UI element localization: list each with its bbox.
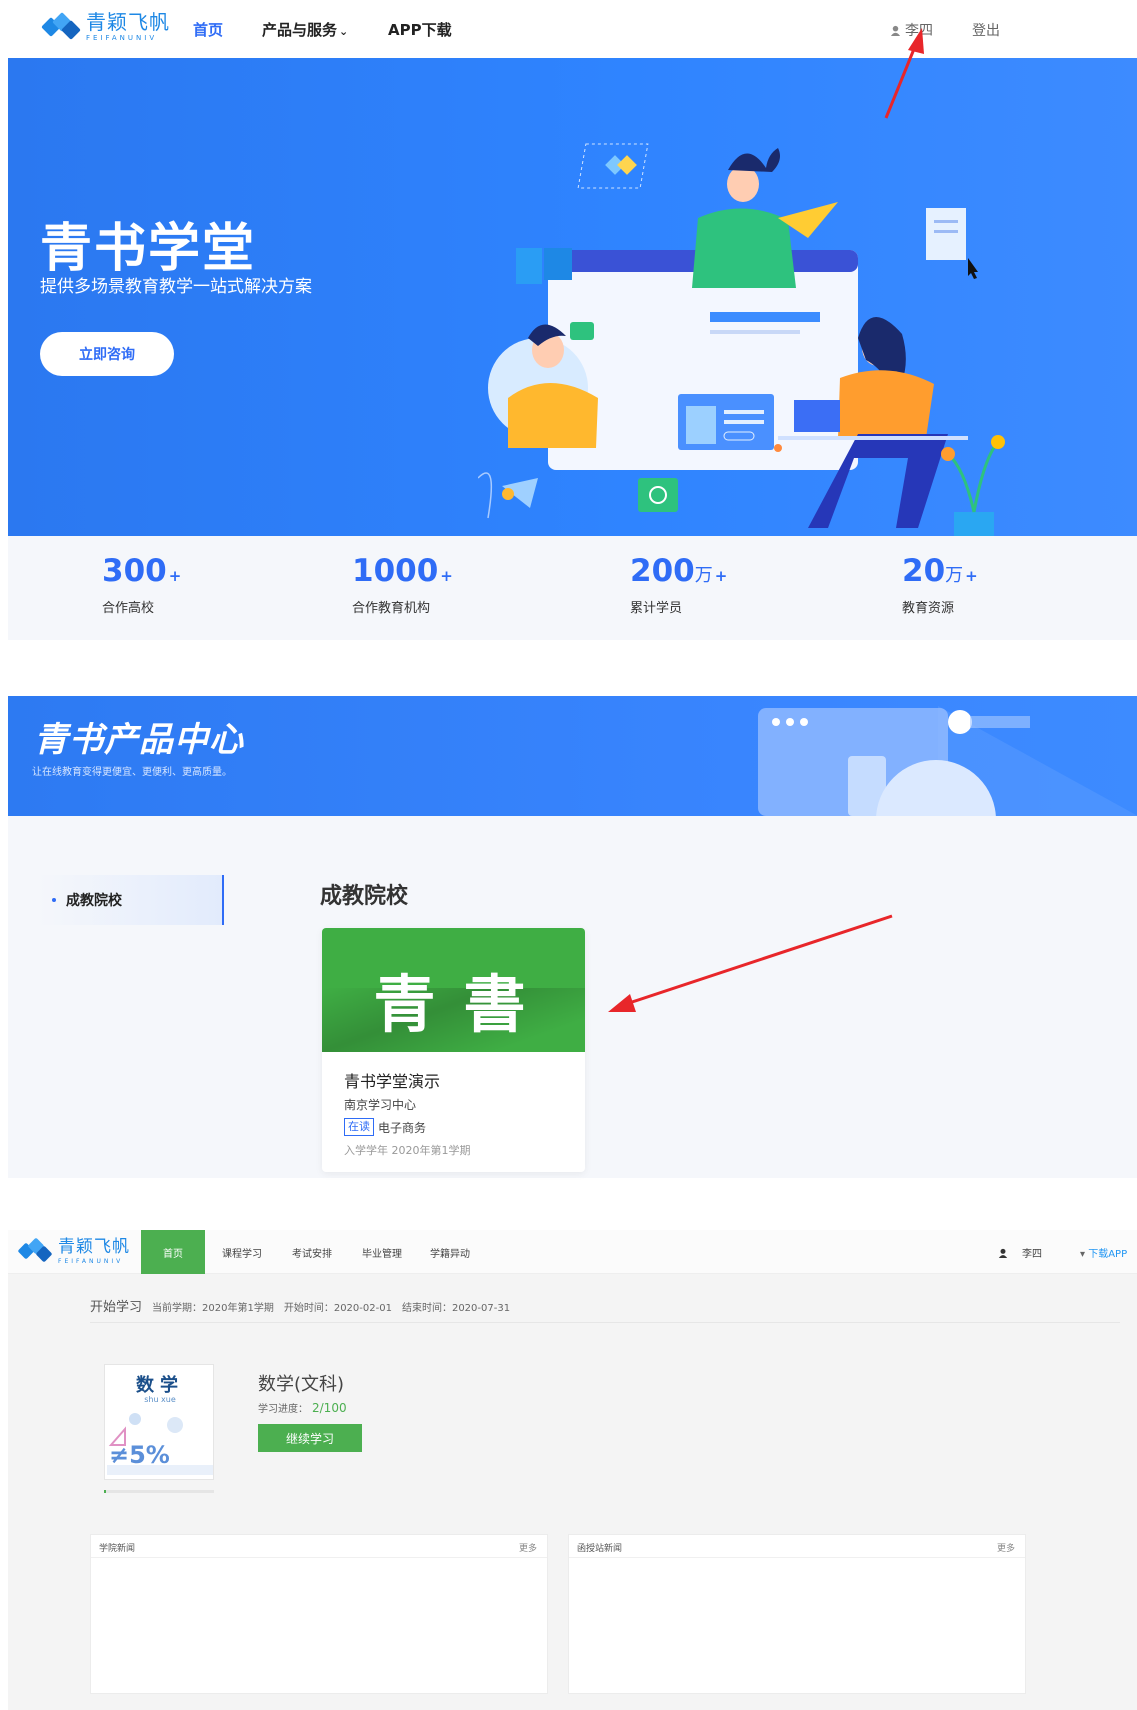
more-link[interactable]: 更多 xyxy=(519,1541,537,1554)
course-cover-image[interactable]: 数学 shu xue ≠5% xyxy=(104,1364,214,1480)
stat-institutions: 1000 + 合作教育机构 xyxy=(352,553,453,617)
card-tags: 在读 电子商务 xyxy=(344,1118,426,1136)
stat-plus: + xyxy=(714,567,728,585)
stat-plus: + xyxy=(440,567,453,585)
more-link[interactable]: 更多 xyxy=(997,1541,1015,1554)
cover-formula: ≠5% xyxy=(109,1441,170,1469)
stat-plus: + xyxy=(168,567,182,585)
panel-title: 学院新闻 xyxy=(99,1544,136,1554)
progress-fill xyxy=(104,1490,107,1493)
banner-decoration xyxy=(758,706,1137,816)
tab-exam-schedule[interactable]: 考试安排 xyxy=(292,1230,332,1274)
top-nav: 青颖飞帆 FEIFANUNIV 首页 产品与服务 ⌄ APP下载 李四 登出 xyxy=(0,0,1137,58)
stat-students: 200万 + 累计学员 xyxy=(630,553,728,617)
portal-nav: 青颖飞帆 FEIFANUNIV 首页 课程学习 考试安排 毕业管理 学籍异动 李… xyxy=(8,1230,1137,1274)
user-name: 李四 xyxy=(905,23,933,39)
user-menu[interactable]: 李四 xyxy=(890,20,933,40)
caret-down-icon: ▾ xyxy=(1080,1249,1086,1260)
logout-link[interactable]: 登出 xyxy=(972,20,1000,40)
stats-bar: 300 + 合作高校 1000 + 合作教育机构 200万 + 累计学员 20万 + 教… xyxy=(8,536,1137,640)
product-center-title: 青书产品中心 xyxy=(34,720,244,760)
bullet-icon xyxy=(52,898,56,902)
tab-status-change[interactable]: 学籍异动 xyxy=(430,1230,470,1274)
stat-unit: 万 xyxy=(694,565,713,586)
chevron-down-icon: ⌄ xyxy=(339,25,349,38)
card-major: 电子商务 xyxy=(378,1120,427,1135)
product-center-subtitle: 让在线教育变得更便宜、更便利、更高质量。 xyxy=(32,767,232,778)
user-icon xyxy=(890,25,901,36)
hero-banner: 青书学堂 提供多场景教育教学一站式解决方案 立即咨询 xyxy=(8,58,1137,536)
stat-universities: 300 + 合作高校 xyxy=(102,553,182,617)
brand-name-en: FEIFANUNIV xyxy=(86,34,158,42)
user-name: 李四 xyxy=(1022,1249,1042,1260)
stat-value: 300 xyxy=(102,553,167,589)
card-enroll-term: 入学学年 2020年第1学期 xyxy=(344,1144,471,1157)
brand-logo[interactable]: 青颖飞帆 FEIFANUNIV xyxy=(17,1237,130,1266)
start-learning-title: 开始学习 xyxy=(90,1300,143,1315)
hero-subtitle: 提供多场景教育教学一站式解决方案 xyxy=(40,277,312,297)
stat-value: 200 xyxy=(630,553,695,589)
nav-app-download[interactable]: APP下载 xyxy=(388,19,452,40)
progress-value: 2/100 xyxy=(312,1401,347,1415)
cover-pinyin: shu xue xyxy=(144,1395,176,1404)
current-term: 当前学期：2020年第1学期 xyxy=(152,1303,274,1314)
hero-title: 青书学堂 xyxy=(40,218,257,279)
school-card[interactable]: 青書 青书学堂演示 南京学习中心 在读 电子商务 入学学年 2020年第1学期 xyxy=(322,928,585,1172)
brand-name: 青颖飞帆 xyxy=(86,10,170,34)
term-end-time: 结束时间：2020-07-31 xyxy=(401,1303,511,1314)
logo-mark-icon xyxy=(41,12,81,41)
brand-name-en: FEIFANUNIV xyxy=(58,1258,124,1265)
status-badge: 在读 xyxy=(344,1118,374,1136)
user-icon xyxy=(998,1248,1008,1258)
nav-products-label: 产品与服务 xyxy=(262,21,338,39)
stat-label: 合作教育机构 xyxy=(352,601,431,616)
sidebar-item-adult-college[interactable]: 成教院校 xyxy=(38,875,224,925)
brand-logo[interactable]: 青颖飞帆 FEIFANUNIV xyxy=(41,10,170,42)
course-progress-bar xyxy=(104,1490,214,1493)
college-news-panel: 学院新闻 更多 xyxy=(90,1534,548,1694)
progress-label: 学习进度： xyxy=(258,1404,308,1415)
product-center-banner: 青书产品中心 让在线教育变得更便宜、更便利、更高质量。 xyxy=(8,696,1137,816)
hero-illustration xyxy=(478,143,1005,536)
divider xyxy=(90,1322,1120,1323)
tab-home[interactable]: 首页 xyxy=(141,1230,205,1274)
stat-label: 累计学员 xyxy=(630,601,683,616)
stat-unit: 万 xyxy=(945,565,964,586)
tab-course-study[interactable]: 课程学习 xyxy=(222,1230,262,1274)
stat-label: 合作高校 xyxy=(102,601,155,616)
course-progress: 学习进度： 2/100 xyxy=(258,1400,347,1415)
download-app-label: 下载APP xyxy=(1088,1249,1128,1260)
brand-name: 青颖飞帆 xyxy=(58,1237,130,1257)
card-cover-logo: 青書 xyxy=(373,968,554,1041)
tab-graduation[interactable]: 毕业管理 xyxy=(362,1230,402,1274)
course-name: 数学(文科) xyxy=(258,1374,345,1395)
consult-button[interactable]: 立即咨询 xyxy=(40,332,174,376)
card-title: 青书学堂演示 xyxy=(344,1072,441,1091)
start-learning-header: 开始学习 当前学期：2020年第1学期 开始时间：2020-02-01 结束时间… xyxy=(90,1296,510,1315)
product-center-body: 成教院校 成教院校 青書 青书学堂演示 南京学习中心 在读 电子商务 入学学年 … xyxy=(8,816,1137,1178)
panel-title: 函授站新闻 xyxy=(577,1544,623,1554)
stat-value: 1000 xyxy=(352,553,439,589)
nav-home[interactable]: 首页 xyxy=(193,19,223,40)
card-study-center: 南京学习中心 xyxy=(344,1098,417,1112)
user-menu[interactable]: 李四 xyxy=(998,1245,1042,1260)
learning-portal: 青颖飞帆 FEIFANUNIV 首页 课程学习 考试安排 毕业管理 学籍异动 李… xyxy=(8,1230,1137,1710)
cover-title: 数学 xyxy=(136,1375,184,1396)
stat-plus: + xyxy=(965,567,978,585)
term-start-time: 开始时间：2020-02-01 xyxy=(283,1303,392,1314)
nav-products[interactable]: 产品与服务 ⌄ xyxy=(262,19,348,40)
section-title: 成教院校 xyxy=(320,884,409,909)
download-app-link[interactable]: ▾ 下载APP xyxy=(1080,1245,1127,1260)
stat-label: 教育资源 xyxy=(902,601,955,616)
continue-learning-button[interactable]: 继续学习 xyxy=(258,1424,362,1452)
stat-value: 20 xyxy=(902,553,946,589)
stat-resources: 20万 + 教育资源 xyxy=(902,553,978,617)
logo-mark-icon xyxy=(17,1237,53,1266)
station-news-panel: 函授站新闻 更多 xyxy=(568,1534,1026,1694)
sidebar-item-label: 成教院校 xyxy=(66,893,122,909)
card-cover-image: 青書 xyxy=(322,928,585,1052)
